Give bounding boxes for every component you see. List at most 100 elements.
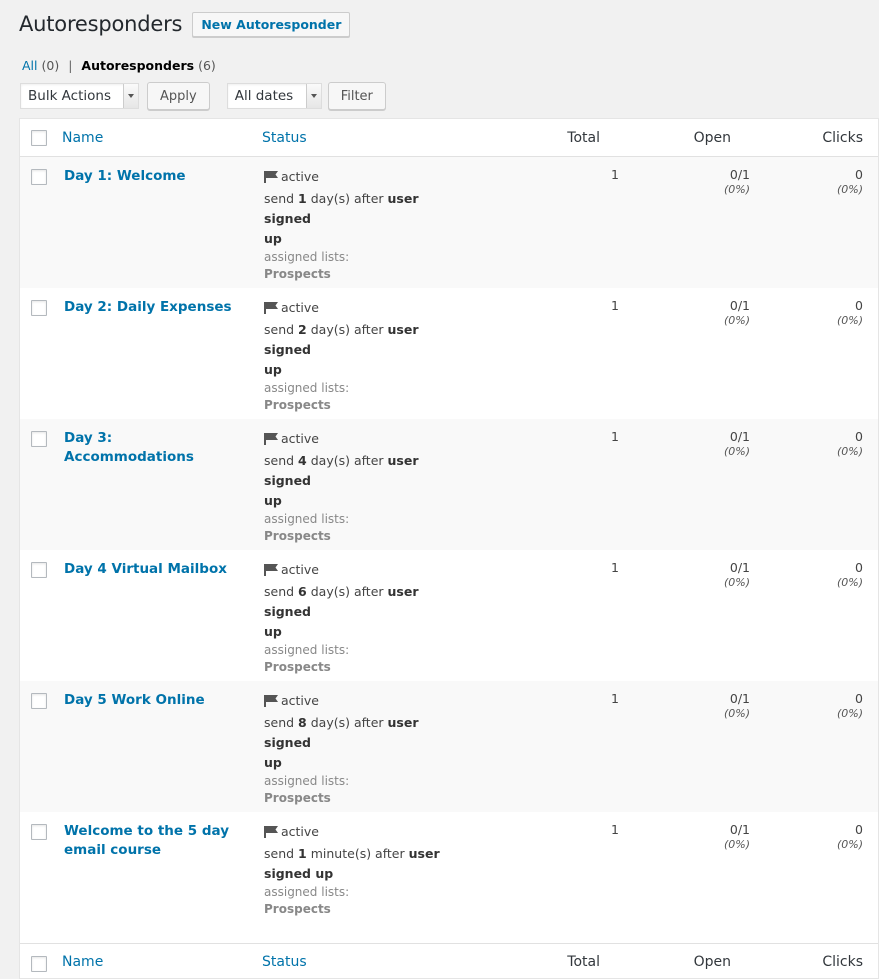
clicks-cell: 0 (0%) [837, 298, 863, 327]
select-all-checkbox[interactable] [31, 130, 47, 146]
table-header: Name Status Total Open Clicks [20, 119, 878, 157]
status-text: active [281, 169, 319, 184]
open-cell: 0/1 (0%) [724, 167, 750, 196]
status-cell: active send 6 day(s) after user signed up a… [264, 560, 469, 676]
row-checkbox[interactable] [31, 824, 47, 840]
autoresponder-name-link[interactable]: Day 5 Work Online [64, 691, 234, 710]
send-unit: day(s) after [310, 584, 384, 599]
assigned-lists-label: assigned lists: [264, 774, 350, 788]
autoresponder-name-link[interactable]: Welcome to the 5 day email course [64, 822, 234, 860]
bulk-actions-select[interactable]: Bulk Actions [20, 83, 139, 109]
send-count: 1 [298, 191, 307, 206]
row-checkbox[interactable] [31, 300, 47, 316]
clicks-percent: (0%) [836, 314, 863, 327]
open-percent: (0%) [723, 314, 750, 327]
clicks-value: 0 [855, 560, 863, 575]
total-value: 1 [611, 298, 619, 313]
send-schedule: send 6 day(s) after user signed up [264, 582, 469, 642]
send-prefix: send [264, 584, 295, 599]
filter-button[interactable]: Filter [327, 82, 386, 110]
send-schedule: send 4 day(s) after user signed up [264, 451, 469, 511]
status-cell: active send 2 day(s) after user signed up a… [264, 298, 469, 414]
select-all-checkbox-footer[interactable] [31, 956, 47, 972]
status-text: active [281, 824, 319, 839]
clicks-value: 0 [855, 691, 863, 706]
send-count: 2 [298, 322, 307, 337]
status-line: active [264, 167, 469, 189]
page-title: Autoresponders [19, 11, 183, 36]
column-name-footer[interactable]: Name [62, 954, 103, 970]
view-all-link[interactable]: All [22, 58, 38, 73]
send-event: user [408, 846, 440, 861]
assigned-list-name: Prospects [264, 791, 331, 805]
view-filters: All (0) | Autoresponders (6) [22, 58, 216, 73]
column-name-header[interactable]: Name [62, 130, 103, 146]
flag-icon [264, 300, 278, 320]
total-cell: 1 [611, 560, 619, 575]
clicks-cell: 0 (0%) [837, 429, 863, 458]
flag-icon [264, 562, 278, 582]
column-open-footer: Open [693, 954, 731, 970]
column-clicks-header: Clicks [822, 130, 863, 146]
total-value: 1 [611, 560, 619, 575]
dates-value: All dates [234, 88, 294, 104]
send-unit: day(s) after [310, 453, 384, 468]
row-checkbox[interactable] [31, 431, 47, 447]
autoresponder-name-link[interactable]: Day 4 Virtual Mailbox [64, 560, 234, 579]
view-all-count: (0) [41, 58, 60, 73]
autoresponder-name-link[interactable]: Day 3: Accommodations [64, 429, 234, 467]
send-event-cont: up [264, 755, 282, 770]
row-checkbox[interactable] [31, 169, 47, 185]
assigned-list-name: Prospects [264, 529, 331, 543]
row-checkbox[interactable] [31, 693, 47, 709]
apply-button[interactable]: Apply [147, 82, 210, 110]
send-schedule: send 2 day(s) after user signed up [264, 320, 469, 380]
dates-select[interactable]: All dates [226, 83, 322, 109]
assigned-lists-label: assigned lists: [264, 643, 350, 657]
status-cell: active send 4 day(s) after user signed up a… [264, 429, 469, 545]
open-cell: 0/1 (0%) [724, 560, 750, 589]
clicks-percent: (0%) [836, 707, 863, 720]
open-value: 0/1 [729, 691, 750, 706]
assigned-list-name: Prospects [264, 398, 331, 412]
view-autoresponders-link[interactable]: Autoresponders [81, 58, 194, 73]
status-text: active [281, 431, 319, 446]
table-body: Day 1: Welcome active send 1 day(s) after … [20, 157, 878, 943]
column-status-header[interactable]: Status [262, 130, 307, 146]
clicks-value: 0 [855, 298, 863, 313]
row-checkbox[interactable] [31, 562, 47, 578]
open-cell: 0/1 (0%) [724, 822, 750, 851]
clicks-cell: 0 (0%) [837, 560, 863, 589]
autoresponder-name-link[interactable]: Day 2: Daily Expenses [64, 298, 234, 317]
send-event-cont: up [264, 493, 282, 508]
table-row: Welcome to the 5 day email course active s… [20, 812, 878, 943]
page-header: Autoresponders New Autoresponder [19, 10, 351, 37]
column-status-footer[interactable]: Status [262, 954, 307, 970]
table-footer: Name Status Total Open Clicks [20, 943, 878, 978]
table-row: Day 3: Accommodations active send 4 day(s)… [20, 419, 878, 550]
open-cell: 0/1 (0%) [724, 691, 750, 720]
assigned-lists-label: assigned lists: [264, 381, 350, 395]
table-row: Day 4 Virtual Mailbox active send 6 day(s)… [20, 550, 878, 681]
flag-icon [264, 693, 278, 713]
status-text: active [281, 300, 319, 315]
open-percent: (0%) [723, 445, 750, 458]
open-cell: 0/1 (0%) [724, 298, 750, 327]
send-schedule: send 1 minute(s) after user signed up [264, 844, 469, 884]
bulk-actions-value: Bulk Actions [28, 88, 111, 104]
view-separator: | [68, 58, 73, 73]
table-row: Day 5 Work Online active send 8 day(s) aft… [20, 681, 878, 812]
clicks-value: 0 [855, 822, 863, 837]
status-text: active [281, 562, 319, 577]
status-line: active [264, 298, 469, 320]
flag-icon [264, 169, 278, 189]
clicks-percent: (0%) [836, 576, 863, 589]
new-autoresponder-button[interactable]: New Autoresponder [192, 12, 351, 37]
chevron-down-icon [123, 84, 138, 108]
autoresponder-name-link[interactable]: Day 1: Welcome [64, 167, 234, 186]
clicks-percent: (0%) [836, 838, 863, 851]
status-line: active [264, 822, 469, 844]
clicks-percent: (0%) [836, 183, 863, 196]
send-event-cont: up [264, 624, 282, 639]
open-percent: (0%) [723, 707, 750, 720]
